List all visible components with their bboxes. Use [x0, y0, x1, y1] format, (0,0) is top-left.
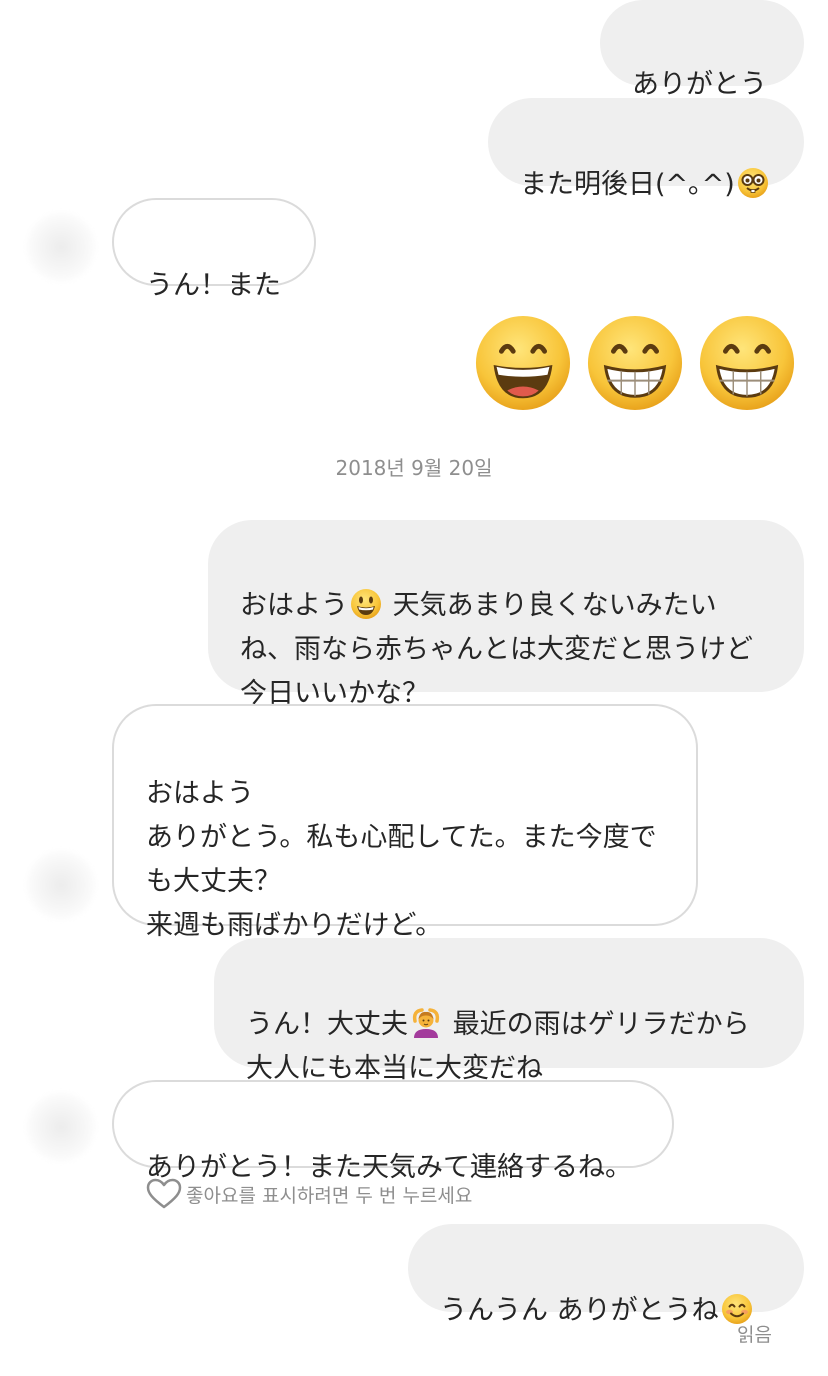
avatar[interactable]: [26, 850, 96, 920]
message-text: おはよう ありがとう。私も心配してた。また今度で も大丈夫？ 来週も雨ばかりだけ…: [146, 778, 657, 941]
person-gesturing-ok-icon: [412, 1008, 440, 1038]
avatar[interactable]: [26, 1092, 96, 1162]
message-text: うんうん ありがとうね: [440, 1295, 719, 1326]
message-bubble-sent[interactable]: うん！大丈夫 最近の雨はゲリラだから 大人にも本当に大変だね: [214, 938, 804, 1084]
avatar[interactable]: [26, 212, 96, 282]
message-bubble-received[interactable]: ありがとう！また天気みて連絡するね。: [112, 1080, 674, 1183]
heart-icon[interactable]: [146, 1178, 182, 1210]
like-hint-text: 좋아요를 표시하려면 두 번 누르세요: [186, 1184, 473, 1207]
grinning-squinting-face-icon: [475, 315, 571, 411]
message-bubble-received[interactable]: うん！また: [112, 198, 316, 301]
grinning-face-with-big-eyes-icon: [699, 315, 795, 411]
message-text: うん！大丈夫: [246, 1009, 408, 1040]
grinning-face-with-big-eyes-icon: [587, 315, 683, 411]
message-bubble-received[interactable]: おはよう ありがとう。私も心配してた。また今度で も大丈夫？ 来週も雨ばかりだけ…: [112, 704, 698, 941]
double-tap-like-hint[interactable]: 좋아요를 표시하려면 두 번 누르세요: [146, 1176, 472, 1212]
message-bubble-sent[interactable]: ありがとう: [600, 0, 804, 100]
read-receipt: 읽음: [737, 1324, 772, 1346]
smiley-face-icon: [351, 589, 381, 619]
message-text: ありがとう: [632, 69, 767, 100]
date-separator: 2018년 9월 20일: [335, 456, 493, 480]
message-bubble-sent[interactable]: また明後日(^｡^): [488, 98, 804, 200]
message-bubble-sent[interactable]: おはよう 天気あまり良くないみたい ね、雨なら赤ちゃんとは大変だと思うけど 今日…: [208, 520, 804, 709]
nerd-face-icon: [737, 168, 768, 198]
message-bubble-sent[interactable]: うんうん ありがとうね: [408, 1224, 804, 1326]
message-text: うん！また: [146, 270, 281, 301]
message-text: おはよう: [240, 590, 348, 621]
message-text: また明後日(^｡^): [520, 169, 735, 200]
